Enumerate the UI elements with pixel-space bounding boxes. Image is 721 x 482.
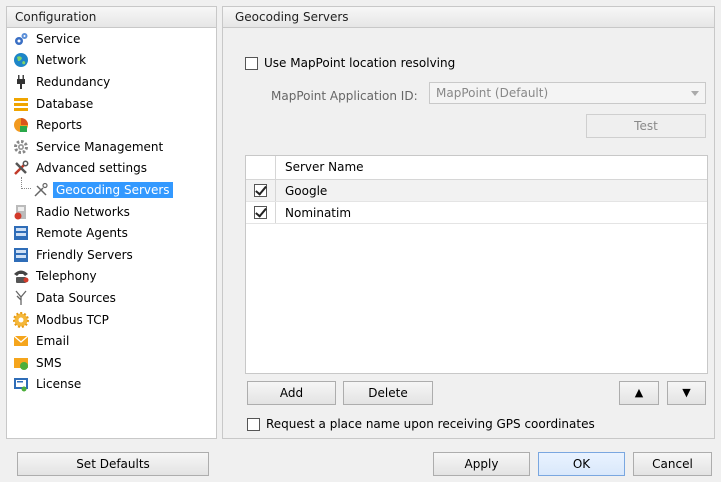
grid-header-check-column [246,156,276,179]
tree-item-label: SMS [36,355,62,370]
gears-icon [15,32,28,45]
move-down-button[interactable]: ▼ [667,381,706,405]
database-icon [14,97,28,111]
server-name-cell: Google [285,183,328,198]
tree-item-label: Redundancy [36,74,111,89]
license-icon [14,378,28,392]
appid-label: MapPoint Application ID: [271,89,418,103]
tree-item-label: Database [36,96,94,111]
tree-item-advanced-settings[interactable]: Advanced settings [7,158,216,180]
request-place-name-row[interactable]: Request a place name upon receiving GPS … [247,417,595,431]
test-button[interactable]: Test [586,114,706,138]
plug-icon [17,74,25,89]
row-check-cell[interactable] [246,202,276,223]
chevron-down-icon [691,91,699,96]
tree-item-friendly-servers[interactable]: Friendly Servers [7,244,216,266]
tree-item-label: Service Management [36,139,164,154]
configuration-panel: Configuration Service Network Redundancy [6,6,217,439]
tree-item-label: Friendly Servers [36,247,133,262]
tree-item-license[interactable]: License [7,374,216,396]
reports-icon [14,118,28,133]
geocoding-icon [34,182,48,197]
tree-item-label: Advanced settings [36,161,147,176]
configuration-tree: Service Network Redundancy Database Repo… [7,28,216,395]
phone-icon [14,270,29,284]
tree-item-label: Reports [36,118,83,133]
tree-item-label: Email [36,334,70,349]
mappoint-checkbox-row[interactable]: Use MapPoint location resolving [245,56,455,70]
row-checkbox[interactable] [254,206,267,219]
mappoint-label: Use MapPoint location resolving [264,56,456,70]
tree-item-label: Network [36,53,87,68]
table-row[interactable]: Nominatim [246,202,707,224]
tree-item-service-management[interactable]: Service Management [7,136,216,158]
sms-icon [14,357,28,370]
tree-item-label: Modbus TCP [36,312,109,327]
tree-item-reports[interactable]: Reports [7,114,216,136]
tree-item-modbus-tcp[interactable]: Modbus TCP [7,309,216,331]
grid-header: Server Name [246,156,707,180]
geocoding-servers-header: Geocoding Servers [223,7,714,28]
tree-item-data-sources[interactable]: Data Sources [7,287,216,309]
tree-item-sms[interactable]: SMS [7,352,216,374]
tree-item-label: Telephony [36,269,97,284]
server-name-cell: Nominatim [285,205,352,220]
ok-button[interactable]: OK [538,452,625,476]
tree-item-label: Radio Networks [36,204,130,219]
move-up-button[interactable]: ▲ [619,381,659,405]
tree-item-label: Data Sources [36,290,116,305]
request-place-name-checkbox[interactable] [247,417,260,431]
set-defaults-button[interactable]: Set Defaults [17,452,209,476]
servers-icon [14,247,28,262]
table-row[interactable]: Google [246,180,707,202]
radio-icon [14,204,26,220]
tree-item-telephony[interactable]: Telephony [7,266,216,288]
tree-item-radio-networks[interactable]: Radio Networks [7,201,216,223]
tree-item-remote-agents[interactable]: Remote Agents [7,222,216,244]
tree-item-database[interactable]: Database [7,93,216,115]
row-check-cell[interactable] [246,180,276,201]
modbus-icon [13,311,29,328]
apply-button[interactable]: Apply [433,452,530,476]
tree-item-email[interactable]: Email [7,330,216,352]
request-place-name-label: Request a place name upon receiving GPS … [266,417,595,431]
tools-icon [14,160,29,176]
tree-item-label: License [36,377,82,392]
row-checkbox[interactable] [254,184,267,197]
globe-icon [14,53,28,68]
add-button[interactable]: Add [247,381,336,405]
tree-item-geocoding-servers[interactable]: Geocoding Servers [7,177,216,201]
tree-item-label: Remote Agents [36,226,128,241]
email-icon [13,335,29,347]
cancel-button[interactable]: Cancel [633,452,712,476]
tree-item-label: Service [36,31,81,46]
delete-button[interactable]: Delete [343,381,433,405]
server-grid: Server Name Google Nominatim [245,155,708,374]
mappoint-checkbox[interactable] [245,56,258,70]
appid-select-value: MapPoint (Default) [436,86,549,100]
agents-icon [14,226,28,241]
grid-header-server-name[interactable]: Server Name [276,156,364,179]
tree-item-redundancy[interactable]: Redundancy [7,71,216,93]
tree-item-label: Geocoding Servers [53,181,173,198]
tree-item-network[interactable]: Network [7,50,216,72]
appid-select[interactable]: MapPoint (Default) [429,82,706,104]
tree-connector [21,177,31,190]
tree-item-service[interactable]: Service [7,28,216,50]
data-sources-icon [15,290,27,305]
configuration-header: Configuration [7,7,216,28]
geocoding-servers-panel: Geocoding Servers Use MapPoint location … [222,6,715,439]
gear-icon [14,139,28,154]
